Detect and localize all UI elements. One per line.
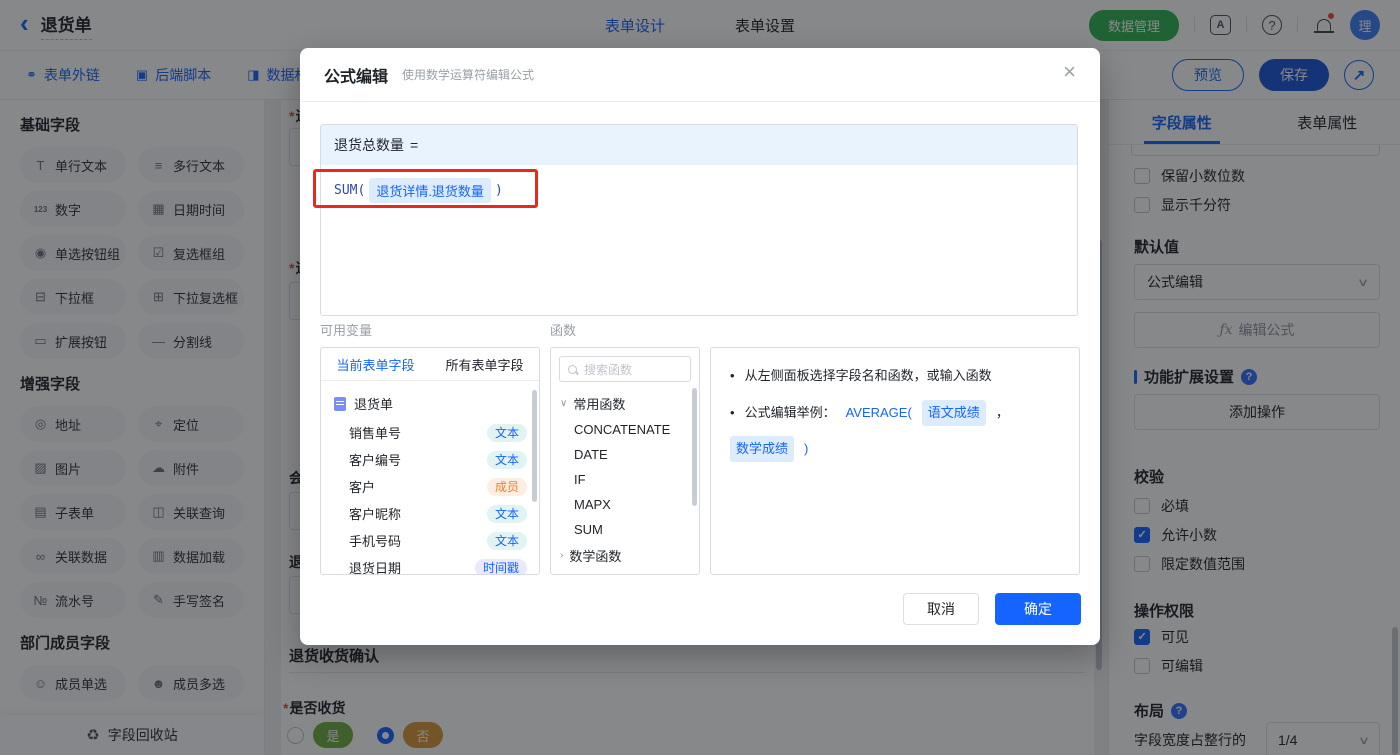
- close-icon[interactable]: ×: [1063, 61, 1076, 83]
- variables-tabs: 当前表单字段 所有表单字段: [321, 348, 539, 381]
- variable-type-badge: 文本: [486, 531, 527, 550]
- form-file-icon: [334, 396, 346, 411]
- variable-row[interactable]: 客户 成员: [321, 473, 539, 500]
- function-item[interactable]: SUM: [551, 517, 699, 542]
- variable-row[interactable]: 客户编号 文本: [321, 446, 539, 473]
- variable-type-badge: 文本: [486, 423, 527, 442]
- highlight-red-box: [313, 169, 538, 208]
- example-field-token: 语文成绩: [921, 400, 986, 426]
- chevron-down-icon: ∨: [560, 398, 568, 409]
- function-item[interactable]: IF: [551, 467, 699, 492]
- variable-name: 手机号码: [349, 534, 402, 549]
- functions-scrollbar[interactable]: [692, 388, 697, 506]
- variable-name: 退货日期: [349, 561, 402, 575]
- function-item[interactable]: MAPX: [551, 492, 699, 517]
- variables-tree: 退货单 销售单号 文本 客户编号 文本 客户 成员 客户昵称 文本 手机号码 文…: [321, 381, 539, 575]
- function-list: CONCATENATE DATE IF MAPX SUM: [551, 417, 699, 542]
- confirm-button[interactable]: 确定: [995, 593, 1081, 625]
- function-item[interactable]: DATE: [551, 442, 699, 467]
- variables-root[interactable]: 退货单: [321, 389, 539, 419]
- function-group-label: 文本函数: [569, 573, 621, 574]
- modal-subtitle: 使用数学运算符编辑公式: [402, 68, 535, 82]
- app-window: ‹ 退货单 表单设计 表单设置 数据管理 A ? 理 ⚭ 表单外链 ▣ 后端脚本: [0, 0, 1400, 755]
- function-group[interactable]: › 文本函数: [551, 569, 699, 574]
- variable-name: 客户昵称: [349, 507, 402, 522]
- tip-text: 从左侧面板选择字段名和函数，或输入函数: [744, 368, 992, 383]
- variable-type-badge: 文本: [486, 450, 527, 469]
- variables-scrollbar[interactable]: [532, 390, 537, 502]
- variable-row[interactable]: 客户昵称 文本: [321, 500, 539, 527]
- variables-tab[interactable]: 所有表单字段: [430, 348, 539, 380]
- variable-type-badge: 文本: [486, 504, 527, 523]
- search-placeholder: 搜索函数: [584, 362, 633, 377]
- variable-name: 客户编号: [349, 453, 402, 468]
- variable-name: 客户: [349, 480, 376, 495]
- variables-tab[interactable]: 当前表单字段: [321, 348, 430, 380]
- example-function-close: ): [804, 441, 809, 456]
- formula-target: 退货总数量: [334, 137, 404, 153]
- formula-edit-modal: 公式编辑 使用数学运算符编辑公式 × 退货总数量 = SUM( 退货详情.退货数…: [300, 48, 1100, 645]
- variables-root-label: 退货单: [354, 397, 394, 412]
- bullet-icon: •: [730, 405, 735, 420]
- search-icon: [568, 364, 577, 374]
- tip-line: • 从左侧面板选择字段名和函数，或输入函数: [730, 365, 1060, 387]
- functions-panel: 搜索函数 ∨ 常用函数 CONCATENATE DATE IF MAPX SUM…: [550, 347, 700, 575]
- example-comma: ，: [995, 405, 1009, 420]
- function-group-label: 数学函数: [569, 549, 622, 564]
- example-function-open: AVERAGE(: [845, 405, 912, 420]
- variable-row[interactable]: 退货日期 时间戳: [321, 554, 539, 575]
- variable-row[interactable]: 手机号码 文本: [321, 527, 539, 554]
- function-groups-collapsed: › 数学函数 › 文本函数: [551, 542, 699, 574]
- variables-list: 销售单号 文本 客户编号 文本 客户 成员 客户昵称 文本 手机号码 文本 退货…: [321, 419, 539, 575]
- variable-type-badge: 成员: [486, 477, 527, 496]
- variables-label: 可用变量: [320, 323, 373, 338]
- function-item[interactable]: CONCATENATE: [551, 417, 699, 442]
- function-group[interactable]: › 数学函数: [551, 542, 699, 569]
- variable-row[interactable]: 销售单号 文本: [321, 419, 539, 446]
- cancel-button[interactable]: 取消: [903, 593, 979, 625]
- chevron-right-icon: ›: [560, 550, 564, 561]
- modal-title: 公式编辑: [324, 68, 389, 86]
- tip-line: • 公式编辑举例： AVERAGE( 语文成绩 ， 数学成绩 ): [730, 400, 1060, 462]
- formula-editor[interactable]: 退货总数量 = SUM( 退货详情.退货数量 ): [313, 124, 1078, 316]
- bullet-icon: •: [730, 368, 735, 383]
- functions-label: 函数: [550, 323, 577, 338]
- variables-panel: 当前表单字段 所有表单字段 退货单 销售单号 文本 客户编号 文本 客户 成员 …: [320, 347, 540, 575]
- tips-panel: • 从左侧面板选择字段名和函数，或输入函数 • 公式编辑举例： AVERAGE(…: [710, 347, 1080, 575]
- function-group-expanded[interactable]: ∨ 常用函数: [551, 390, 699, 417]
- variable-type-badge: 时间戳: [474, 558, 527, 574]
- example-field-token: 数学成绩: [730, 436, 795, 462]
- variable-name: 销售单号: [349, 426, 402, 441]
- search-input[interactable]: 搜索函数: [559, 356, 691, 382]
- formula-target-bar: 退货总数量 =: [321, 125, 1077, 165]
- tip-text: 公式编辑举例：: [744, 405, 836, 420]
- modal-header: 公式编辑 使用数学运算符编辑公式 ×: [300, 48, 1100, 102]
- function-group-label: 常用函数: [573, 397, 626, 412]
- equals-sign: =: [410, 137, 419, 153]
